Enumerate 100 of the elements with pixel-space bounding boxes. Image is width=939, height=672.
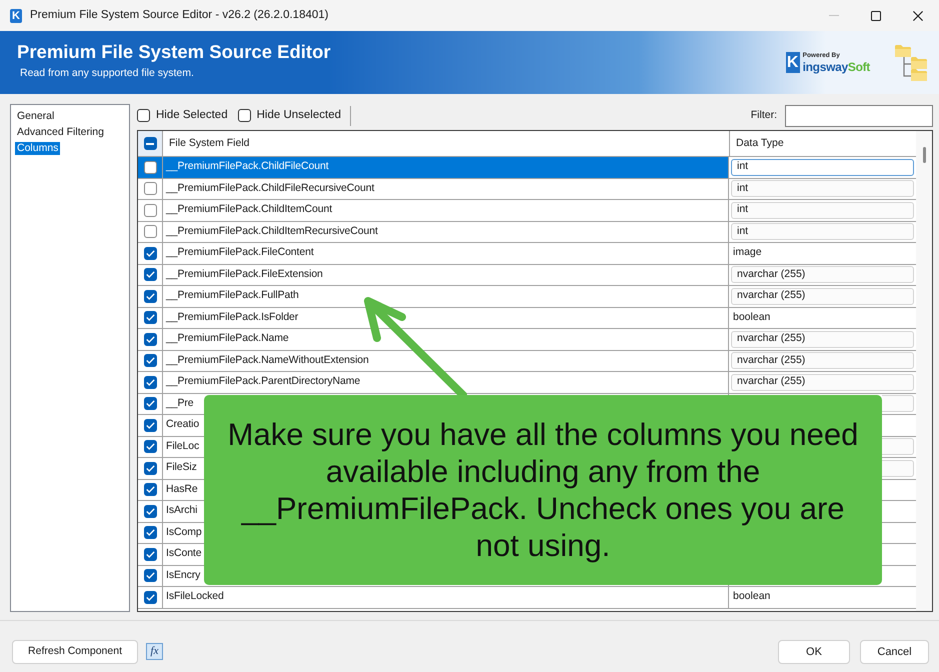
callout-text: Make sure you have all the columns you need available including any from the __PremiumFilePack. Uncheck ones you are not using. <box>226 416 860 564</box>
field-name: __PremiumFilePack.Name <box>166 331 289 346</box>
data-type-field[interactable]: int <box>731 202 914 219</box>
header-subtitle: Read from any supported file system. <box>20 67 195 80</box>
filter-field[interactable] <box>785 104 933 126</box>
field-name: __PremiumFilePack.FileExtension <box>166 266 323 282</box>
table-row[interactable]: __PremiumFilePack.IsFolder boolean <box>138 308 916 329</box>
checkmark-icon <box>146 400 154 408</box>
checkbox[interactable] <box>144 290 156 303</box>
checkbox[interactable] <box>144 311 156 324</box>
field-name: __PremiumFilePack.ChildItemRecursiveCount <box>166 224 378 239</box>
checkbox[interactable] <box>144 590 156 604</box>
dialog-button[interactable]: Cancel <box>860 640 929 664</box>
checkbox[interactable] <box>144 354 156 368</box>
data-type-field[interactable] <box>882 395 914 412</box>
checkbox[interactable] <box>144 526 156 540</box>
checkmark-icon <box>146 508 154 515</box>
checkmark-icon <box>146 443 154 450</box>
checkmark-icon <box>146 271 154 278</box>
folder-tree-icon <box>895 44 927 80</box>
checkbox-label[interactable]: Hide Unselected <box>256 106 341 124</box>
table-row[interactable]: __PremiumFilePack.NameWithoutExtension nvarchar (255) <box>138 350 916 372</box>
checkmark-icon <box>146 292 154 300</box>
checkbox[interactable] <box>144 376 156 389</box>
checkbox[interactable] <box>144 483 156 496</box>
data-type-field[interactable] <box>882 438 914 456</box>
data-type-field[interactable]: nvarchar (255) <box>731 330 914 348</box>
field-name: __PremiumFilePack.ChildItemCount <box>166 202 332 218</box>
checkmark-icon <box>146 550 154 558</box>
field-name: __PremiumFilePack.ChildFileRecursiveCount <box>166 180 374 196</box>
checkmark-icon <box>146 486 154 494</box>
checkbox[interactable] <box>238 109 251 122</box>
field-name: __PremiumFilePack.ParentDirectoryName <box>166 374 360 390</box>
checkbox[interactable] <box>137 109 150 122</box>
checkbox[interactable] <box>144 160 156 174</box>
checkbox[interactable] <box>144 418 156 432</box>
checkbox[interactable] <box>144 332 156 346</box>
sidebar-item[interactable]: Columns <box>15 142 60 154</box>
data-type-field[interactable]: nvarchar (255) <box>731 266 914 284</box>
dash-icon <box>146 142 154 144</box>
dialog-button[interactable]: OK <box>778 640 850 664</box>
checkbox-label[interactable]: Hide Selected <box>156 106 228 124</box>
field-name: IsFileLocked <box>166 589 224 604</box>
checkbox[interactable] <box>144 462 156 475</box>
table-row[interactable]: __PremiumFilePack.ChildItemRecursiveCount int <box>138 222 916 243</box>
field-name: __PremiumFilePack.ChildFileCount <box>166 159 329 174</box>
table-row[interactable]: __PremiumFilePack.FullPath nvarchar (255) <box>138 286 916 308</box>
checkbox[interactable] <box>144 225 156 238</box>
expression-button[interactable]: fx <box>146 643 163 660</box>
checkmark-icon <box>146 250 154 257</box>
table-row[interactable]: __PremiumFilePack.ParentDirectoryName nvarchar (255) <box>138 372 916 394</box>
table-row[interactable]: __PremiumFilePack.Name nvarchar (255) <box>138 329 916 350</box>
field-name: IsEncry <box>166 568 200 583</box>
data-type-field[interactable]: nvarchar (255) <box>731 288 914 305</box>
field-name: FileSiz <box>166 460 197 476</box>
app-logo: K <box>10 8 22 22</box>
checkbox[interactable] <box>144 504 156 518</box>
table-row[interactable]: __PremiumFilePack.ChildItemCount int <box>138 200 916 222</box>
field-name: __Pre <box>166 396 194 411</box>
checkbox[interactable] <box>144 246 156 260</box>
checkmark-icon <box>146 378 154 386</box>
checkbox[interactable] <box>144 182 156 196</box>
field-name: __PremiumFilePack.FullPath <box>166 288 299 304</box>
checkbox[interactable] <box>144 569 156 582</box>
table-row[interactable]: IsFileLocked boolean <box>138 587 916 608</box>
checkmark-icon <box>146 594 154 601</box>
field-name: __PremiumFilePack.NameWithoutExtension <box>166 352 369 368</box>
checkbox[interactable] <box>144 548 156 561</box>
checkbox[interactable] <box>144 440 156 454</box>
scrollbar-thumb[interactable] <box>922 147 926 163</box>
checkmark-icon <box>146 314 154 322</box>
header-title: Premium File System Source Editor <box>17 41 331 63</box>
table-row[interactable]: __PremiumFilePack.FileContent image <box>138 243 916 264</box>
checkbox[interactable] <box>144 268 156 282</box>
sidebar-item[interactable]: Advanced Filtering <box>15 126 106 138</box>
field-name: __PremiumFilePack.IsFolder <box>166 310 298 325</box>
checkmark-icon <box>146 422 154 429</box>
data-type-field[interactable]: int <box>731 158 914 176</box>
data-type-field[interactable]: nvarchar (255) <box>731 352 914 370</box>
field-name: Creatio <box>166 417 200 432</box>
window-title: Premium File System Source Editor - v26.2 (26.2.0.18401) <box>30 8 328 23</box>
checkmark-icon <box>146 464 154 472</box>
table-row[interactable]: __PremiumFilePack.ChildFileCount int <box>138 157 916 178</box>
checkbox[interactable] <box>144 204 156 217</box>
table-row[interactable]: __PremiumFilePack.FileExtension nvarchar (255) <box>138 264 916 286</box>
data-type-field[interactable] <box>882 460 914 477</box>
field-name: IsConte <box>166 546 202 562</box>
data-type-field[interactable]: nvarchar (255) <box>731 374 914 391</box>
data-type-text: boolean <box>733 589 770 604</box>
checkbox[interactable] <box>144 137 156 150</box>
data-type-field[interactable]: int <box>731 180 914 198</box>
data-type-text: boolean <box>733 310 770 325</box>
checkbox[interactable] <box>144 397 156 410</box>
column-header[interactable]: File System Field <box>169 136 250 152</box>
checkmark-icon <box>146 336 154 343</box>
column-header[interactable]: Data Type <box>736 136 784 152</box>
table-row[interactable]: __PremiumFilePack.ChildFileRecursiveCount int <box>138 178 916 200</box>
sidebar-item[interactable]: General <box>15 110 56 122</box>
data-type-field[interactable]: int <box>731 223 914 240</box>
refresh-button[interactable]: Refresh Component <box>12 640 138 664</box>
